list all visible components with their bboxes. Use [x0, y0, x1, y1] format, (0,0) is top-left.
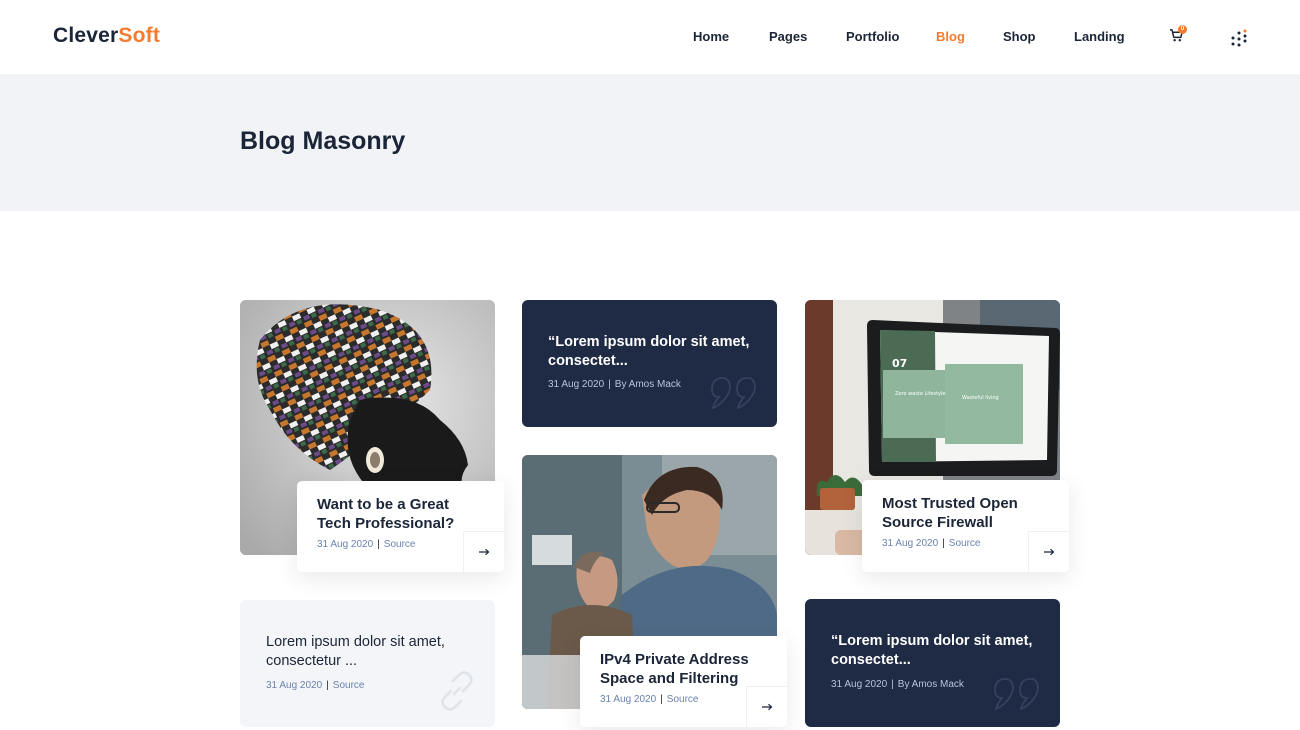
arrow-right-icon	[478, 548, 489, 556]
post-meta: 31 Aug 2020 | By Amos Mack	[831, 679, 964, 690]
nav-pages[interactable]: Pages	[769, 29, 807, 44]
logo-text-part2: Soft	[118, 24, 161, 47]
post-date: 31 Aug 2020	[317, 539, 374, 550]
nav-shop[interactable]: Shop	[1003, 29, 1036, 44]
post-title[interactable]: Want to be a Great Tech Professional?	[317, 495, 487, 533]
post-info-box: Most Trusted Open Source Firewall 31 Aug…	[862, 480, 1069, 572]
menu-dots-button[interactable]	[1230, 29, 1248, 47]
post-author-link[interactable]: By Amos Mack	[898, 679, 964, 690]
read-more-button[interactable]	[463, 531, 504, 572]
post-author-link[interactable]: By Amos Mack	[615, 379, 681, 390]
quote-card[interactable]: “Lorem ipsum dolor sit amet, consectet..…	[522, 300, 777, 427]
quote-icon	[711, 377, 756, 410]
quote-card[interactable]: “Lorem ipsum dolor sit amet, consectet..…	[805, 599, 1060, 727]
nav-home[interactable]: Home	[693, 29, 729, 44]
post-title[interactable]: Most Trusted Open Source Firewall	[882, 494, 1052, 532]
post-date: 31 Aug 2020	[266, 680, 323, 691]
post-meta: 31 Aug 2020 | Source	[882, 538, 981, 549]
monitor-screen-number: 07	[892, 357, 907, 370]
site-header: CleverSoft Home Pages Portfolio Blog Sho…	[0, 0, 1300, 74]
link-icon	[441, 671, 473, 711]
post-card-open-source-firewall[interactable]: 07 Zero waste Lifestyle Wasteful living …	[805, 300, 1069, 572]
monitor-screen-label-2: Wasteful living	[962, 395, 999, 401]
menu-dots-icon	[1231, 29, 1247, 47]
post-source-link[interactable]: Source	[949, 538, 981, 549]
post-meta: 31 Aug 2020 | Source	[600, 694, 699, 705]
page-hero: Blog Masonry	[0, 74, 1300, 211]
post-meta: 31 Aug 2020 | Source	[266, 680, 365, 691]
post-meta: 31 Aug 2020 | By Amos Mack	[548, 379, 681, 390]
post-title[interactable]: Lorem ipsum dolor sit amet, consectetur …	[266, 633, 476, 671]
post-source-link[interactable]: Source	[384, 539, 416, 550]
logo[interactable]: CleverSoft	[53, 24, 160, 48]
nav-blog[interactable]: Blog	[936, 29, 965, 44]
logo-text-part1: Clever	[53, 24, 119, 47]
cart-count-badge: 0	[1178, 25, 1187, 34]
arrow-right-icon	[1043, 548, 1054, 556]
quote-text[interactable]: “Lorem ipsum dolor sit amet, consectet..…	[548, 333, 763, 371]
post-date: 31 Aug 2020	[831, 679, 888, 690]
link-post-card[interactable]: Lorem ipsum dolor sit amet, consectetur …	[240, 600, 495, 727]
read-more-button[interactable]	[746, 686, 787, 727]
post-title[interactable]: IPv4 Private Address Space and Filtering	[600, 650, 770, 688]
post-info-box: IPv4 Private Address Space and Filtering…	[580, 636, 787, 727]
monitor-screen-label-1: Zero waste Lifestyle	[895, 391, 945, 397]
post-meta: 31 Aug 2020 | Source	[317, 539, 416, 550]
post-date: 31 Aug 2020	[882, 538, 939, 549]
post-card-ipv4[interactable]: IPv4 Private Address Space and Filtering…	[522, 455, 787, 730]
quote-icon	[994, 678, 1039, 711]
post-date: 31 Aug 2020	[548, 379, 605, 390]
page-title: Blog Masonry	[240, 127, 406, 155]
cart-button[interactable]: 0	[1169, 25, 1187, 44]
post-info-box: Want to be a Great Tech Professional? 31…	[297, 481, 504, 572]
post-source-link[interactable]: Source	[667, 694, 699, 705]
arrow-right-icon	[761, 703, 772, 711]
post-source-link[interactable]: Source	[333, 680, 365, 691]
nav-portfolio[interactable]: Portfolio	[846, 29, 899, 44]
post-card-tech-professional[interactable]: Want to be a Great Tech Professional? 31…	[240, 300, 504, 572]
quote-text[interactable]: “Lorem ipsum dolor sit amet, consectet..…	[831, 632, 1046, 670]
read-more-button[interactable]	[1028, 531, 1069, 572]
post-date: 31 Aug 2020	[600, 694, 657, 705]
nav-landing[interactable]: Landing	[1074, 29, 1125, 44]
